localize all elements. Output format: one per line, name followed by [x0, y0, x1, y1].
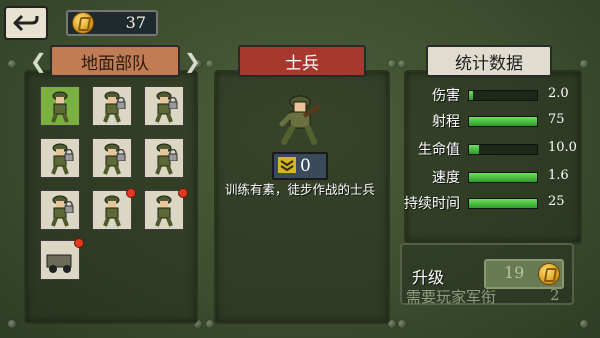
stat-bar-fill [469, 173, 537, 182]
rank-value: 0 [300, 156, 311, 176]
rivet [580, 320, 588, 328]
lock-icon [116, 97, 126, 109]
stat-label: 速度 [432, 170, 460, 186]
stat-bar [468, 172, 538, 183]
lock-icon [116, 149, 126, 161]
rivet [206, 320, 214, 328]
back-button[interactable] [4, 6, 48, 40]
rivet [580, 60, 588, 68]
tab-statistics[interactable]: 统计数据 [426, 45, 552, 77]
rivet [206, 60, 214, 68]
lock-icon [168, 149, 178, 161]
rifleman-icon [103, 195, 121, 227]
new-indicator-dot [126, 188, 136, 198]
upgrade-cost: 19 [504, 263, 525, 282]
stat-bar-fill [469, 91, 474, 100]
sniper-icon [155, 195, 173, 227]
unit-slot-officer[interactable] [40, 190, 80, 230]
stat-bar [468, 198, 538, 209]
upgrade-title: 升级 [412, 268, 445, 287]
lock-icon [64, 149, 74, 161]
stat-bar [468, 90, 538, 101]
required-rank: 2 [550, 286, 560, 304]
rank-chevron-icon [278, 157, 296, 173]
gold-coin-icon [72, 12, 94, 34]
coin-amount: 37 [125, 13, 146, 32]
stat-label: 射程 [432, 114, 460, 130]
armored-car-icon [46, 254, 72, 273]
unit-description: 训练有素，徒步作战的士兵 [224, 182, 375, 197]
rivet [388, 60, 396, 68]
stat-bar [468, 116, 538, 127]
soldier-portrait [279, 95, 322, 145]
prev-category-arrow[interactable]: ❮ [30, 50, 47, 72]
lock-icon [64, 201, 74, 213]
unit-slot-machine-gunner[interactable] [144, 86, 184, 126]
stat-value: 10.0 [548, 140, 577, 155]
soldier-icon [51, 91, 69, 123]
next-category-arrow[interactable]: ❯ [184, 50, 201, 72]
upgrade-button[interactable]: 19 [484, 259, 564, 289]
new-indicator-dot [178, 188, 188, 198]
tab-ground-troops[interactable]: 地面部队 [50, 45, 180, 77]
stat-label: 持续时间 [404, 196, 460, 212]
rivet [398, 60, 406, 68]
unit-slot-bazooka-trooper[interactable] [92, 86, 132, 126]
lock-icon [168, 97, 178, 109]
rivet [8, 60, 16, 68]
stat-value: 75 [548, 112, 565, 127]
unit-slot-heavy-gunner[interactable] [144, 138, 184, 178]
stat-value: 1.6 [548, 168, 569, 183]
stat-bar-fill [469, 117, 537, 126]
unit-slot-flamethrower[interactable] [92, 138, 132, 178]
stat-value: 25 [548, 194, 565, 209]
stat-bar-fill [469, 145, 479, 154]
back-arrow-icon [13, 14, 39, 32]
unit-slot-grenadier[interactable] [40, 138, 80, 178]
rank-display: 0 [272, 152, 328, 180]
rivet [8, 320, 16, 328]
stat-bar-fill [469, 199, 537, 208]
coin-counter: 37 [66, 10, 158, 36]
gold-coin-icon [538, 263, 560, 285]
stat-label: 伤害 [432, 88, 460, 104]
stat-label: 生命值 [418, 142, 460, 158]
upgrade-requirement: 需要玩家军衔 [406, 288, 497, 306]
unit-slot-soldier[interactable] [40, 86, 80, 126]
unit-name-title: 士兵 [238, 45, 366, 77]
stat-value: 2.0 [548, 86, 569, 101]
new-indicator-dot [74, 238, 84, 248]
rivet [398, 320, 406, 328]
stat-bar [468, 144, 538, 155]
